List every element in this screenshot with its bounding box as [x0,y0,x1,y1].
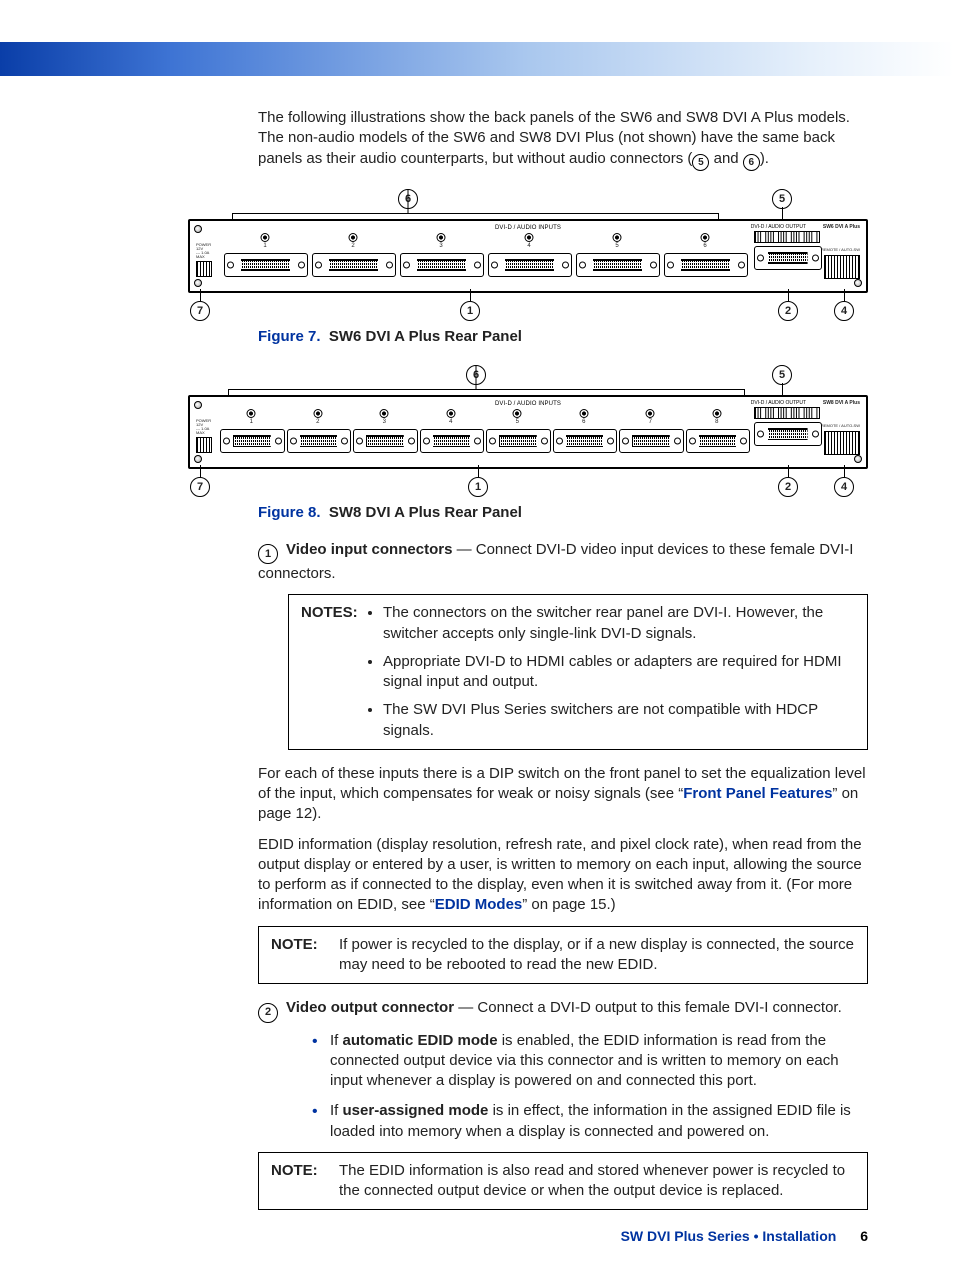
remote-label: REMOTE / AUTO-SW [821,247,860,252]
callout-7b: 7 [190,477,210,497]
sw6-chassis: DVI-D / AUDIO INPUTS DVI-D / AUDIO OUTPU… [188,219,868,293]
figure-7-number: Figure 7. [258,328,321,345]
note-body-3: The EDID information is also read and st… [339,1161,855,1202]
figure-8-title: SW8 DVI A Plus Rear Panel [329,504,522,521]
bracket-inputs [232,213,718,215]
note-item: The connectors on the switcher rear pane… [383,603,855,644]
note-body-2: If power is recycled to the display, or … [339,935,855,976]
bullet-auto-edid: If automatic EDID mode is enabled, the E… [312,1031,868,1092]
callout-2b: 2 [778,477,798,497]
notes-label: NOTES: [301,603,369,741]
power-connector: POWER 12V --- 1.0A MAX [196,243,218,283]
item-2-text: — Connect a DVI-D output to this female … [454,999,842,1016]
callout-1b: 1 [468,477,488,497]
item-1-para-3: EDID information (display resolution, re… [258,835,868,916]
intro-text-b: ). [760,150,769,167]
note-box-3: NOTE: The EDID information is also read … [258,1152,868,1211]
dvi-input-row: 1 2 3 4 5 6 [224,253,746,275]
power-connector-8: POWER 12V --- 1.0A MAX [196,419,218,459]
notes-box-1: NOTES: The connectors on the switcher re… [288,594,868,750]
callout-7: 7 [190,301,210,321]
callout-1: 1 [460,301,480,321]
bracket-inputs-8 [228,389,744,391]
audio-output-terminal [754,231,820,243]
item-2-bullets: If automatic EDID mode is enabled, the E… [312,1031,868,1142]
dvi-input-row-8: 1 2 3 4 5 6 7 8 [220,429,748,451]
note-item: Appropriate DVI-D to HDMI cables or adap… [383,652,855,693]
note-label-2: NOTE: [271,935,339,976]
sw8-chassis: DVI-D / AUDIO INPUTS DVI-D / AUDIO OUTPU… [188,395,868,469]
remote-terminal [824,255,860,279]
item-2: 2 Video output connector — Connect a DVI-… [258,998,868,1023]
footer-title: SW DVI Plus Series • Installation [621,1228,837,1244]
callout-4b: 4 [834,477,854,497]
output-label: DVI-D / AUDIO OUTPUT [751,224,806,231]
note-label-3: NOTE: [271,1161,339,1202]
figure-8-caption: Figure 8. SW8 DVI A Plus Rear Panel [258,503,868,523]
and-text: and [709,150,742,167]
item-1-para-2: For each of these inputs there is a DIP … [258,764,868,825]
figure-7-caption: Figure 7. SW6 DVI A Plus Rear Panel [258,327,868,347]
figure-7-title: SW6 DVI A Plus Rear Panel [329,328,522,345]
figure-8-number: Figure 8. [258,504,321,521]
callout-5: 5 [772,189,792,209]
note-box-2: NOTE: If power is recycled to the displa… [258,926,868,985]
model-label-6: SW6 DVI A Plus [823,224,860,231]
item-1-lead: Video input connectors [286,541,452,558]
header-gradient-bar [0,42,954,76]
output-block-8 [754,407,820,444]
note-item: The SW DVI Plus Series switchers are not… [383,700,855,741]
callout-5b: 5 [772,365,792,385]
callout-4: 4 [834,301,854,321]
item-2-lead: Video output connector [286,999,454,1016]
item-2-marker: 2 [258,1003,278,1023]
page: The following illustrations show the bac… [0,0,954,1280]
callout-2: 2 [778,301,798,321]
link-front-panel-features[interactable]: Front Panel Features [683,785,832,802]
intro-paragraph: The following illustrations show the bac… [258,108,868,171]
notes-list: The connectors on the switcher rear pane… [369,603,855,741]
item-1: 1Video input connectors — Connect DVI-D … [258,540,868,585]
footer-page-number: 6 [860,1228,868,1244]
callout-5-inline: 5 [692,154,709,171]
model-label-8: SW8 DVI A Plus [823,400,860,407]
figure-8-diagram: 6 5 DVI-D / AUDIO INPUTS DVI-D / AUDIO O… [188,365,868,495]
output-label-8: DVI-D / AUDIO OUTPUT [751,400,806,407]
inputs-label-8: DVI-D / AUDIO INPUTS [495,400,561,408]
link-edid-modes[interactable]: EDID Modes [435,896,523,913]
inputs-label: DVI-D / AUDIO INPUTS [495,224,561,232]
dvi-output [754,246,820,268]
output-block [754,231,820,268]
figure-7-diagram: 6 5 DVI-D / AUDIO INPUTS DVI-D / AUDIO O… [188,189,868,319]
bullet-user-assigned: If user-assigned mode is in effect, the … [312,1101,868,1142]
callout-6-inline: 6 [743,154,760,171]
page-footer: SW DVI Plus Series • Installation 6 [621,1227,868,1246]
content-column: The following illustrations show the bac… [258,0,868,1210]
remote-terminal-8 [824,431,860,455]
item-1-marker: 1 [258,544,278,564]
remote-label-8: REMOTE / AUTO-SW [821,423,860,428]
